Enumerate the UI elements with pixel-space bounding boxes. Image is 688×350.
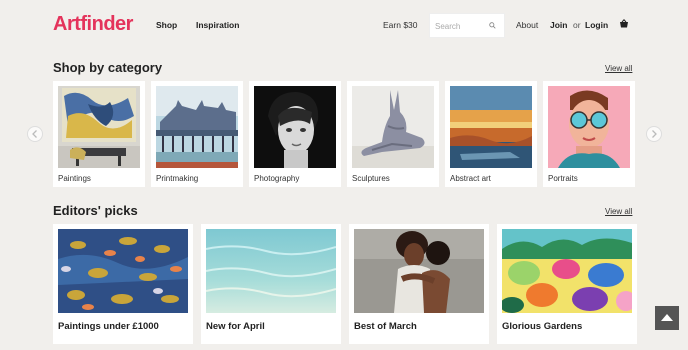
nav-shop-link[interactable]: Shop [156,20,177,30]
join-link[interactable]: Join [550,20,567,30]
earn-referral-link[interactable]: Earn $30 [383,20,418,30]
artfinder-logo[interactable]: Artfinder [53,13,133,36]
abstract-art-thumbnail [450,86,532,168]
or-separator: or [573,20,581,30]
editors-pick-card-best-of-march[interactable]: Best of March [349,224,489,344]
category-label: Portraits [548,174,578,183]
editors-picks-heading: Editors' picks [53,203,138,218]
editors-pick-card-new-for-april[interactable]: New for April [201,224,341,344]
categories-view-all-link[interactable]: View all [605,64,632,73]
editors-pick-card-paintings-under-1000[interactable]: Paintings under £1000 [53,224,193,344]
printmaking-thumbnail [156,86,238,168]
category-card-portraits[interactable]: Portraits [543,81,635,187]
chevron-right-icon [652,130,657,138]
new-for-april-thumbnail [206,229,336,313]
category-label: Sculptures [352,174,390,183]
search-icon[interactable] [489,22,496,29]
category-label: Printmaking [156,174,199,183]
category-card-sculptures[interactable]: Sculptures [347,81,439,187]
photography-thumbnail [254,86,336,168]
editors-pick-label: New for April [206,321,265,332]
login-link[interactable]: Login [585,20,608,30]
carousel-next-button[interactable] [646,126,662,142]
best-of-march-thumbnail [354,229,484,313]
editors-pick-label: Paintings under £1000 [58,321,159,332]
scroll-to-top-button[interactable] [655,306,679,330]
basket-icon[interactable] [619,19,629,29]
portraits-thumbnail [548,86,630,168]
about-link[interactable]: About [516,20,538,30]
arrow-up-icon [661,314,673,321]
category-card-abstract-art[interactable]: Abstract art [445,81,537,187]
category-card-paintings[interactable]: Paintings [53,81,145,187]
sculptures-thumbnail [352,86,434,168]
nav-inspiration-link[interactable]: Inspiration [196,20,239,30]
paintings-thumbnail [58,86,140,168]
editors-view-all-link[interactable]: View all [605,207,632,216]
category-card-photography[interactable]: Photography [249,81,341,187]
top-navigation-bar: Artfinder Shop Inspiration Earn $30 Abou… [0,0,688,46]
category-card-printmaking[interactable]: Printmaking [151,81,243,187]
carousel-prev-button[interactable] [27,126,43,142]
search-input[interactable] [435,19,485,33]
glorious-gardens-thumbnail [502,229,632,313]
paintings-under-1000-thumbnail [58,229,188,313]
category-label: Photography [254,174,300,183]
editors-pick-label: Glorious Gardens [502,321,583,332]
editors-pick-label: Best of March [354,321,417,332]
chevron-left-icon [32,130,37,138]
editors-pick-card-glorious-gardens[interactable]: Glorious Gardens [497,224,637,344]
shop-by-category-heading: Shop by category [53,60,163,75]
category-label: Paintings [58,174,91,183]
category-label: Abstract art [450,174,491,183]
search-box[interactable] [429,13,505,38]
